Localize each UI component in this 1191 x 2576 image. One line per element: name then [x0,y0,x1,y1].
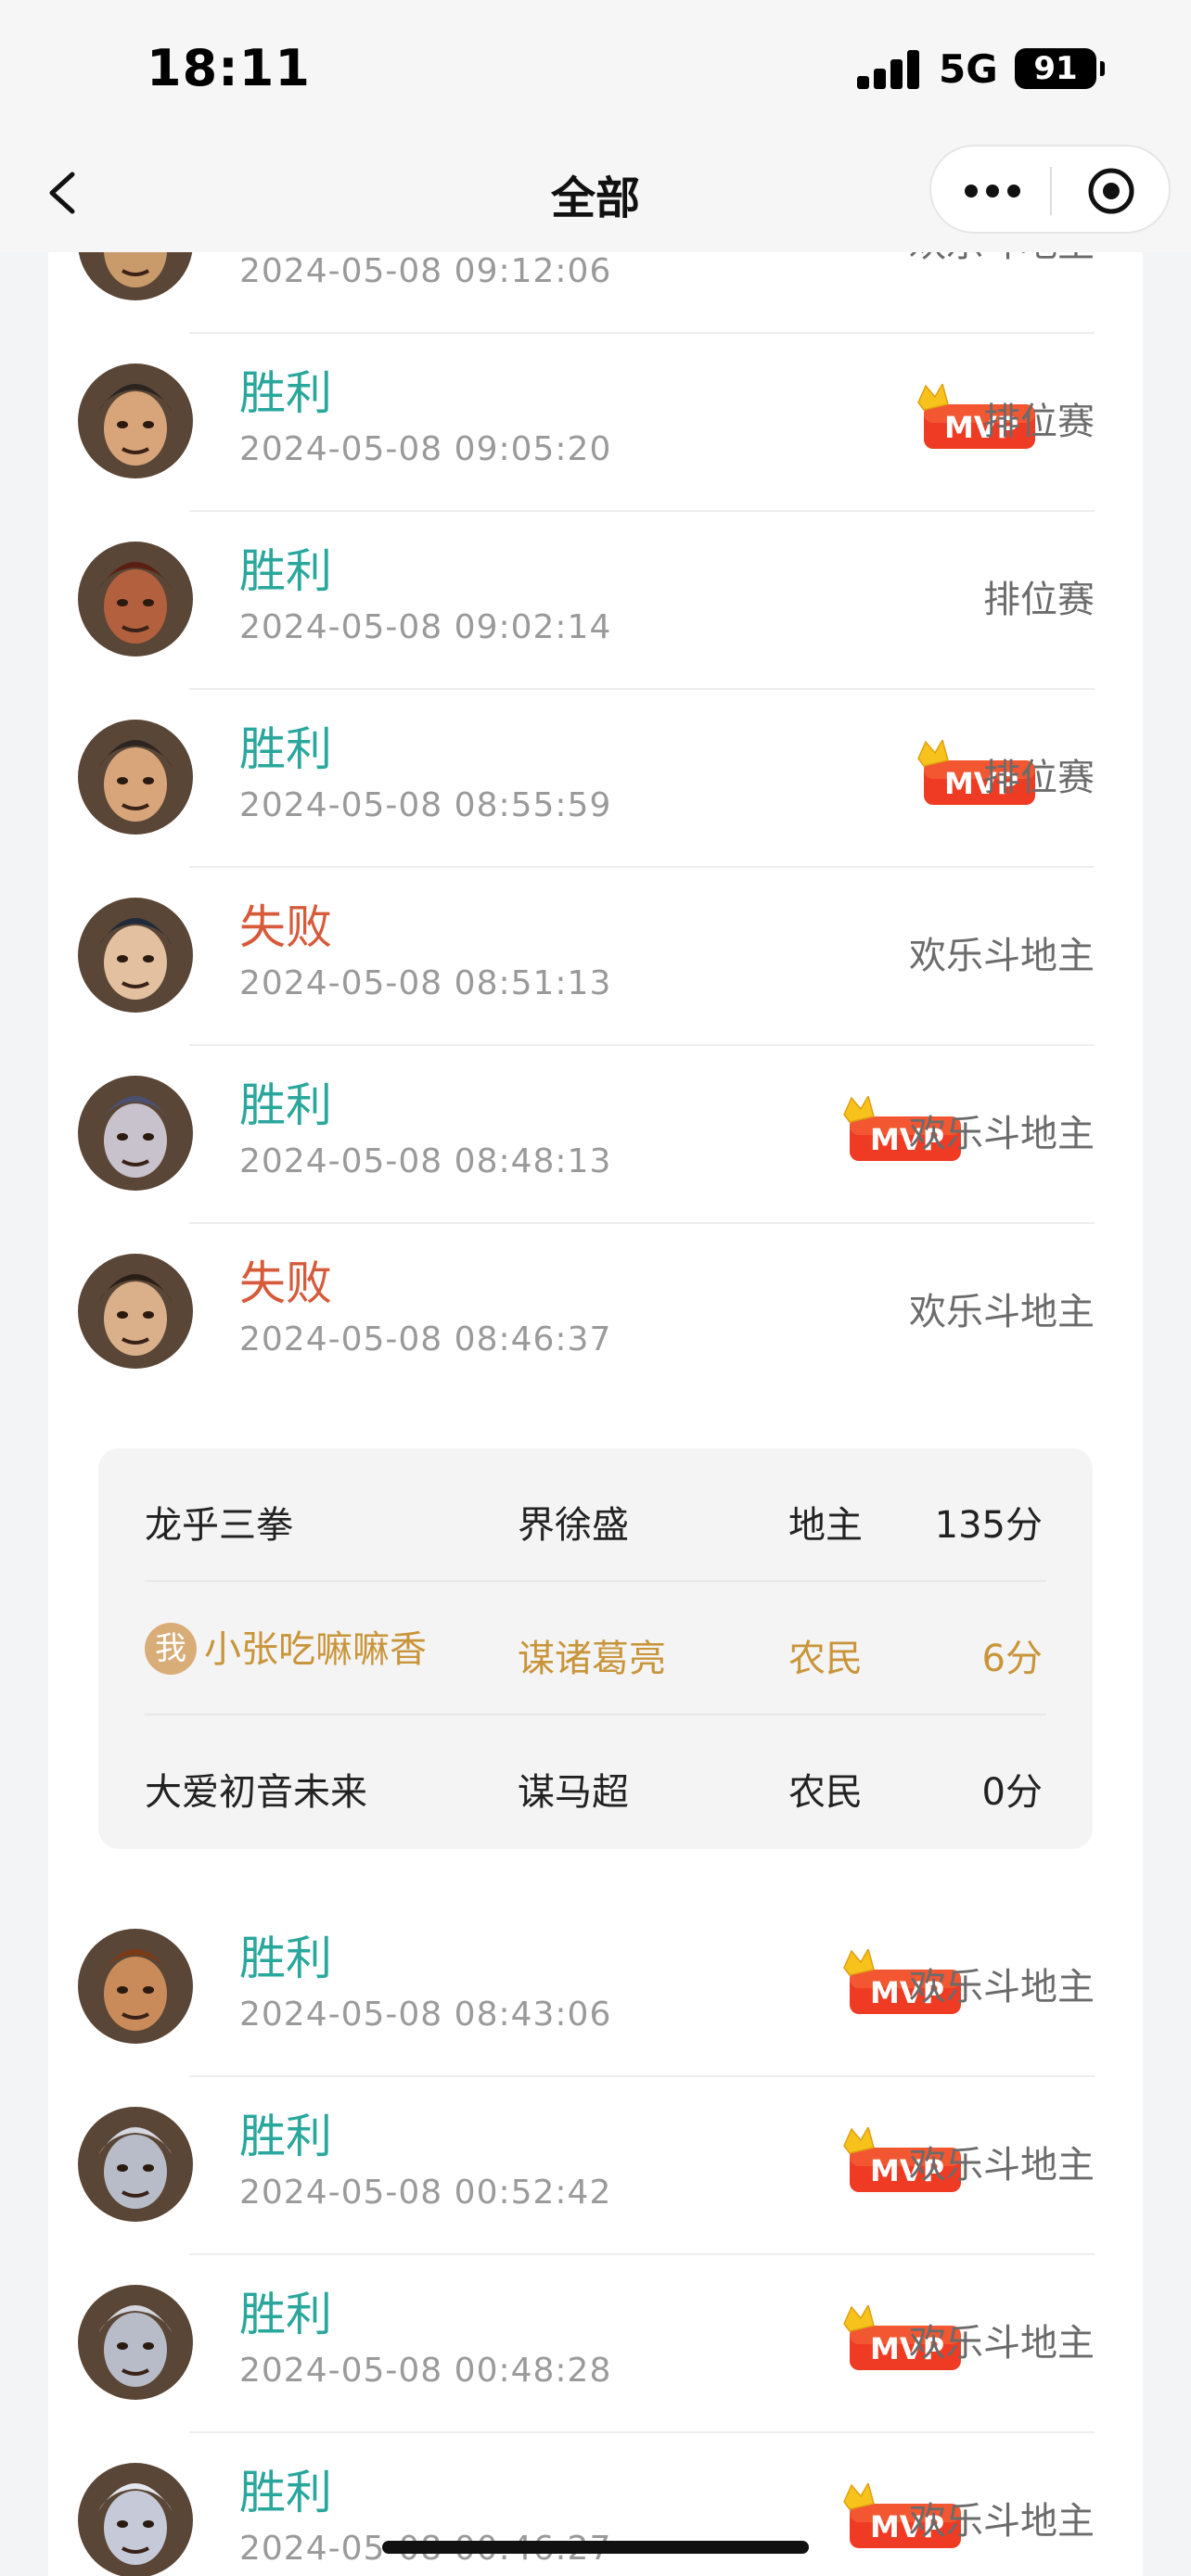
silver-warrior-avatar [78,2107,193,2222]
match-time: 2024-05-08 08:48:13 [239,1142,612,1180]
game-mode: 欢乐斗地主 [909,2144,1095,2187]
match-result: 胜利 [239,722,332,776]
game-mode: 欢乐斗地主 [909,1291,1095,1333]
records-list: 龙乎三拳 界徐盛 地主 135分 我小张吃嘛嘛香 谋诸葛亮 农民 6分 大爱初音… [48,252,1143,2576]
roaring-warrior-avatar [78,542,193,657]
hero-name: 谋马超 [518,1771,629,1814]
bearded-general-avatar [78,720,193,835]
match-time: 2024-05-08 09:12:06 [239,252,612,290]
signal-icon [857,48,920,89]
player-role: 农民 [788,1638,863,1680]
game-mode: 欢乐斗地主 [909,935,1095,977]
warrior-avatar [78,252,193,300]
match-result: 失败 [239,1256,332,1310]
match-time: 2024-05-08 09:02:14 [239,608,612,646]
match-result: 胜利 [239,2288,332,2341]
match-time: 2024-05-08 08:43:06 [239,1996,612,2034]
more-icon[interactable] [965,174,1020,208]
status-bar: 18:11 5G 91 [0,0,1191,139]
scoreboard-row: 大爱初音未来 谋马超 农民 0分 [98,1715,1093,1849]
match-time: 2024-05-08 00:48:28 [239,2352,612,2390]
match-result: 失败 [239,900,332,954]
record-row[interactable]: 失败 2024-05-08 08:46:37 欢乐斗地主 [48,1222,1143,1400]
match-result: 胜利 [239,2466,332,2519]
player-score: 6分 [981,1638,1043,1680]
hero-name: 谋诸葛亮 [518,1638,666,1680]
record-row[interactable]: 胜利 2024-05-08 08:55:59 MVP 排位赛 [48,688,1143,866]
hero-name: 界徐盛 [518,1504,629,1547]
silver-warrior-avatar [78,2285,193,2400]
player-role: 农民 [788,1771,863,1814]
match-result: 胜利 [239,2110,332,2163]
young-hero-avatar [78,898,193,1013]
player-name: 小张吃嘛嘛香 [204,1628,427,1671]
white-hair-avatar [78,2463,193,2576]
home-indicator [382,2541,809,2554]
scoreboard: 龙乎三拳 界徐盛 地主 135分 我小张吃嘛嘛香 谋诸葛亮 农民 6分 大爱初音… [98,1448,1093,1849]
match-time: 2024-05-08 08:51:13 [239,964,612,1002]
game-mode: 欢乐斗地主 [909,2500,1095,2543]
match-result: 胜利 [239,366,332,420]
game-mode: 欢乐斗地主 [909,1966,1095,2009]
match-time: 2024-05-08 09:05:20 [239,430,612,468]
match-result: 胜利 [239,1932,332,1985]
record-row[interactable]: 胜利 2024-05-08 00:46:27 MVP 欢乐斗地主 [48,2431,1143,2576]
record-row[interactable]: 胜利 2024-05-08 09:02:14 排位赛 [48,510,1143,688]
crowned-general-avatar [78,1929,193,2044]
game-mode: 欢乐斗地主 [909,2322,1095,2365]
record-row[interactable]: 胜利 2024-05-08 00:48:28 MVP 欢乐斗地主 [48,2253,1143,2431]
record-row[interactable]: 胜利 2024-05-08 09:12:06 欢乐斗地主 [48,252,1143,332]
match-time: 2024-05-08 08:46:37 [239,1320,612,1358]
nav-bar: 全部 [0,139,1191,252]
game-mode: 排位赛 [983,401,1095,443]
match-result: 胜利 [239,1078,332,1132]
game-mode: 排位赛 [983,579,1095,621]
status-time: 18:11 [147,39,311,97]
player-score: 0分 [981,1771,1043,1814]
record-row[interactable]: 胜利 2024-05-08 08:43:06 MVP 欢乐斗地主 [48,1897,1143,2075]
game-mode: 欢乐斗地主 [909,1113,1095,1155]
player-role: 地主 [788,1504,863,1547]
battery-icon: 91 [1015,48,1105,89]
match-result: 胜利 [239,544,332,598]
close-mini-program-icon[interactable] [1087,167,1135,215]
scoreboard-row: 龙乎三拳 界徐盛 地主 135分 [98,1448,1093,1582]
me-badge: 我 [145,1623,197,1675]
scoreboard-row-me: 我小张吃嘛嘛香 谋诸葛亮 农民 6分 [98,1582,1093,1715]
armored-knight-avatar [78,1076,193,1191]
bearded-general-avatar [78,363,193,478]
record-row[interactable]: 胜利 2024-05-08 00:52:42 MVP 欢乐斗地主 [48,2075,1143,2253]
player-score: 135分 [934,1504,1043,1547]
mini-program-capsule [929,145,1171,234]
game-mode: 排位赛 [983,757,1095,799]
record-row[interactable]: 失败 2024-05-08 08:51:13 欢乐斗地主 [48,866,1143,1044]
player-name: 大爱初音未来 [145,1771,367,1814]
network-type: 5G [939,46,998,92]
strategist-avatar [78,1254,193,1369]
match-time: 2024-05-08 08:55:59 [239,786,612,824]
game-mode: 欢乐斗地主 [909,252,1095,267]
record-row[interactable]: 胜利 2024-05-08 09:05:20 MVP 排位赛 [48,332,1143,510]
player-name: 龙乎三拳 [145,1504,293,1547]
match-time: 2024-05-08 00:52:42 [239,2174,612,2212]
capsule-divider [1050,167,1052,215]
record-row[interactable]: 胜利 2024-05-08 08:48:13 MVP 欢乐斗地主 [48,1044,1143,1222]
